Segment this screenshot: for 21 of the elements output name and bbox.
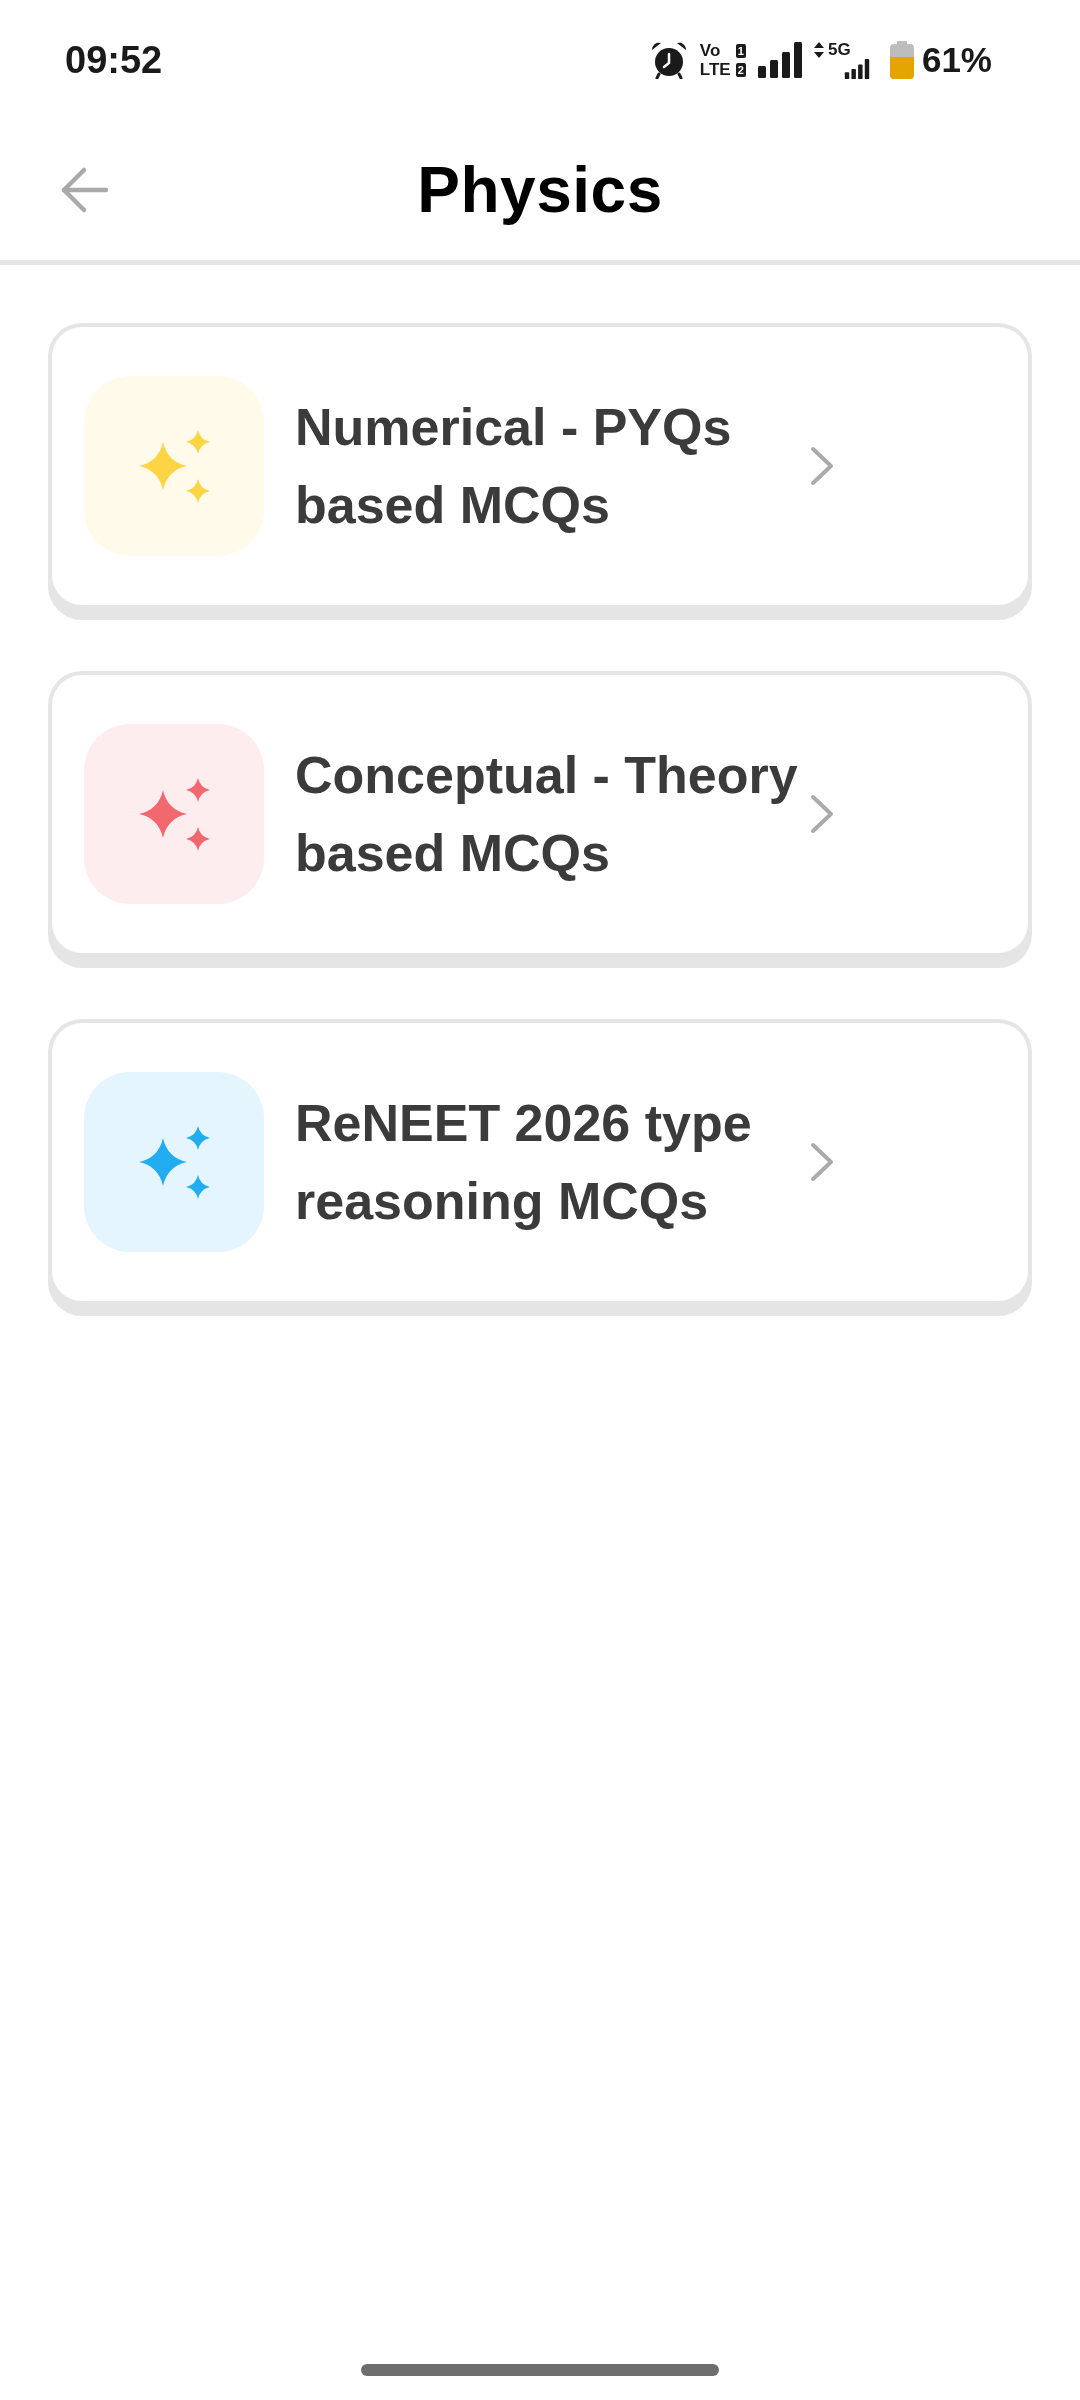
option-card[interactable]: ReNEET 2026 type reasoning MCQs (48, 1019, 1032, 1316)
chevron-right-icon (810, 794, 834, 834)
alarm-clock-icon (649, 41, 688, 79)
status-time: 09:52 (65, 38, 163, 82)
sim-slot-badge: 2 (735, 62, 746, 77)
network-type-label: LTE (699, 61, 732, 78)
card-title: ReNEET 2026 type reasoning MCQs (295, 1093, 753, 1232)
data-arrows-icon (813, 42, 824, 58)
chevron-right-icon (810, 1142, 834, 1182)
battery-percent: 61% (921, 40, 992, 80)
option-card[interactable]: Numerical - PYQs based MCQs (48, 323, 1032, 620)
option-card[interactable]: Conceptual - Theory based MCQs (48, 671, 1032, 968)
battery-icon (889, 41, 914, 79)
sim-slot-badge: 1 (735, 43, 746, 58)
network-type-label: 5G (827, 41, 851, 58)
signal-bars-icon (757, 42, 802, 78)
chevron-right-icon (810, 446, 834, 486)
page-title: Physics (417, 153, 663, 227)
card-title: Numerical - PYQs based MCQs (295, 397, 733, 536)
card-title: Conceptual - Theory based MCQs (295, 745, 799, 884)
network-type-label: Vo (699, 42, 722, 59)
